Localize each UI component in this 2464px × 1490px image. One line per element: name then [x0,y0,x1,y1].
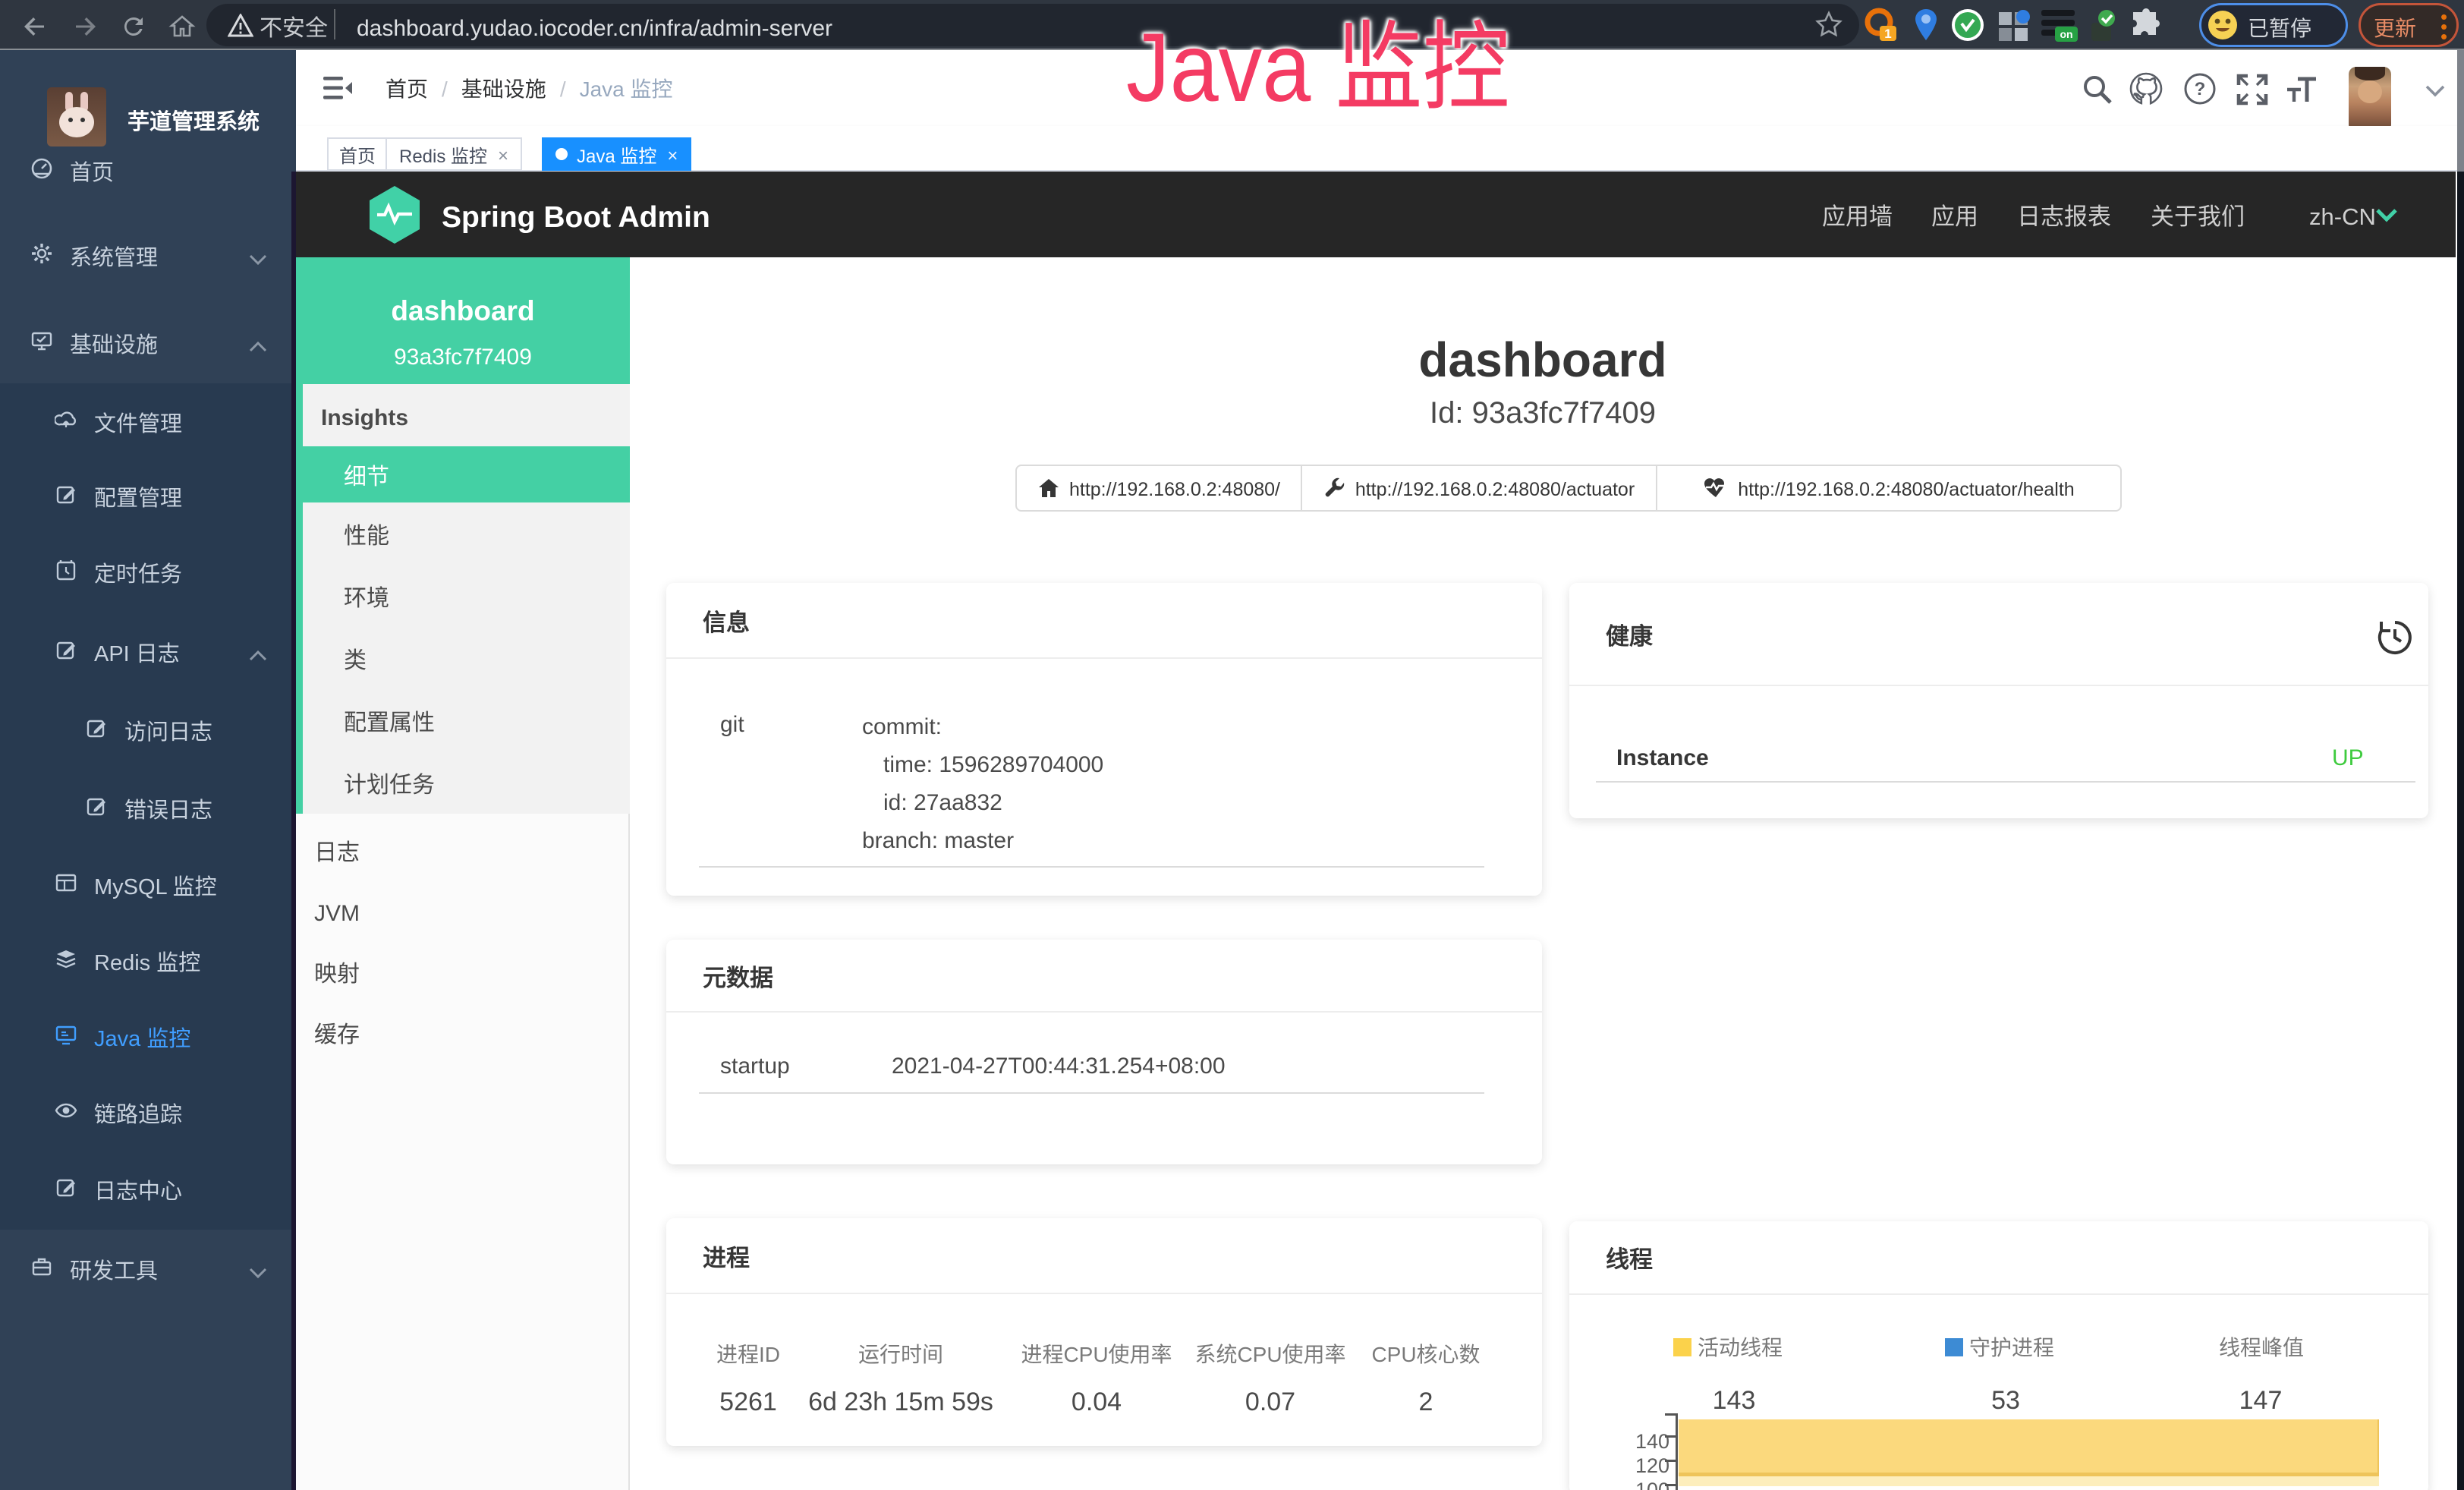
svg-text:?: ? [2195,79,2206,99]
svg-text:1: 1 [1884,27,1891,41]
svg-text:on: on [2060,28,2072,40]
